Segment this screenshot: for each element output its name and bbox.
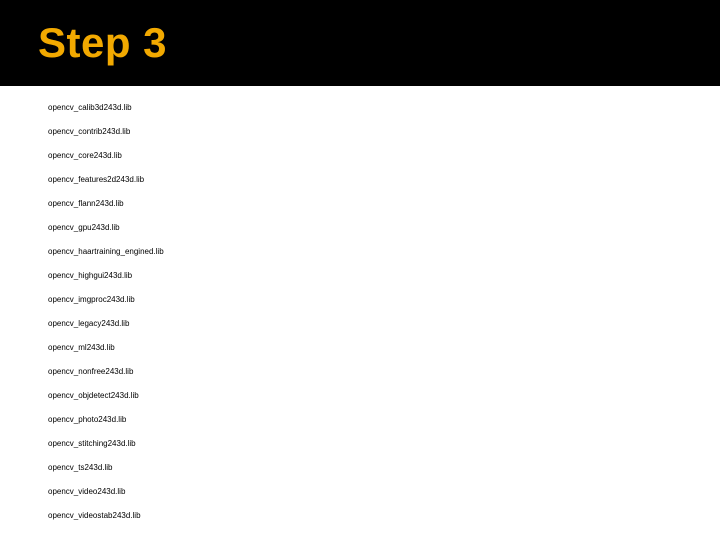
list-item: opencv_gpu243d.lib bbox=[48, 224, 720, 232]
list-item: opencv_stitching243d.lib bbox=[48, 440, 720, 448]
list-item: opencv_imgproc243d.lib bbox=[48, 296, 720, 304]
slide-header: Step 3 bbox=[0, 0, 720, 86]
list-item: opencv_contrib243d.lib bbox=[48, 128, 720, 136]
list-item: opencv_nonfree243d.lib bbox=[48, 368, 720, 376]
page-title: Step 3 bbox=[38, 19, 167, 67]
list-item: opencv_ts243d.lib bbox=[48, 464, 720, 472]
list-item: opencv_photo243d.lib bbox=[48, 416, 720, 424]
list-item: opencv_features2d243d.lib bbox=[48, 176, 720, 184]
list-item: opencv_core243d.lib bbox=[48, 152, 720, 160]
lib-list: opencv_calib3d243d.lib opencv_contrib243… bbox=[0, 86, 720, 520]
list-item: opencv_flann243d.lib bbox=[48, 200, 720, 208]
list-item: opencv_video243d.lib bbox=[48, 488, 720, 496]
list-item: opencv_highgui243d.lib bbox=[48, 272, 720, 280]
list-item: opencv_objdetect243d.lib bbox=[48, 392, 720, 400]
list-item: opencv_ml243d.lib bbox=[48, 344, 720, 352]
list-item: opencv_videostab243d.lib bbox=[48, 512, 720, 520]
list-item: opencv_haartraining_engined.lib bbox=[48, 248, 720, 256]
list-item: opencv_calib3d243d.lib bbox=[48, 104, 720, 112]
list-item: opencv_legacy243d.lib bbox=[48, 320, 720, 328]
